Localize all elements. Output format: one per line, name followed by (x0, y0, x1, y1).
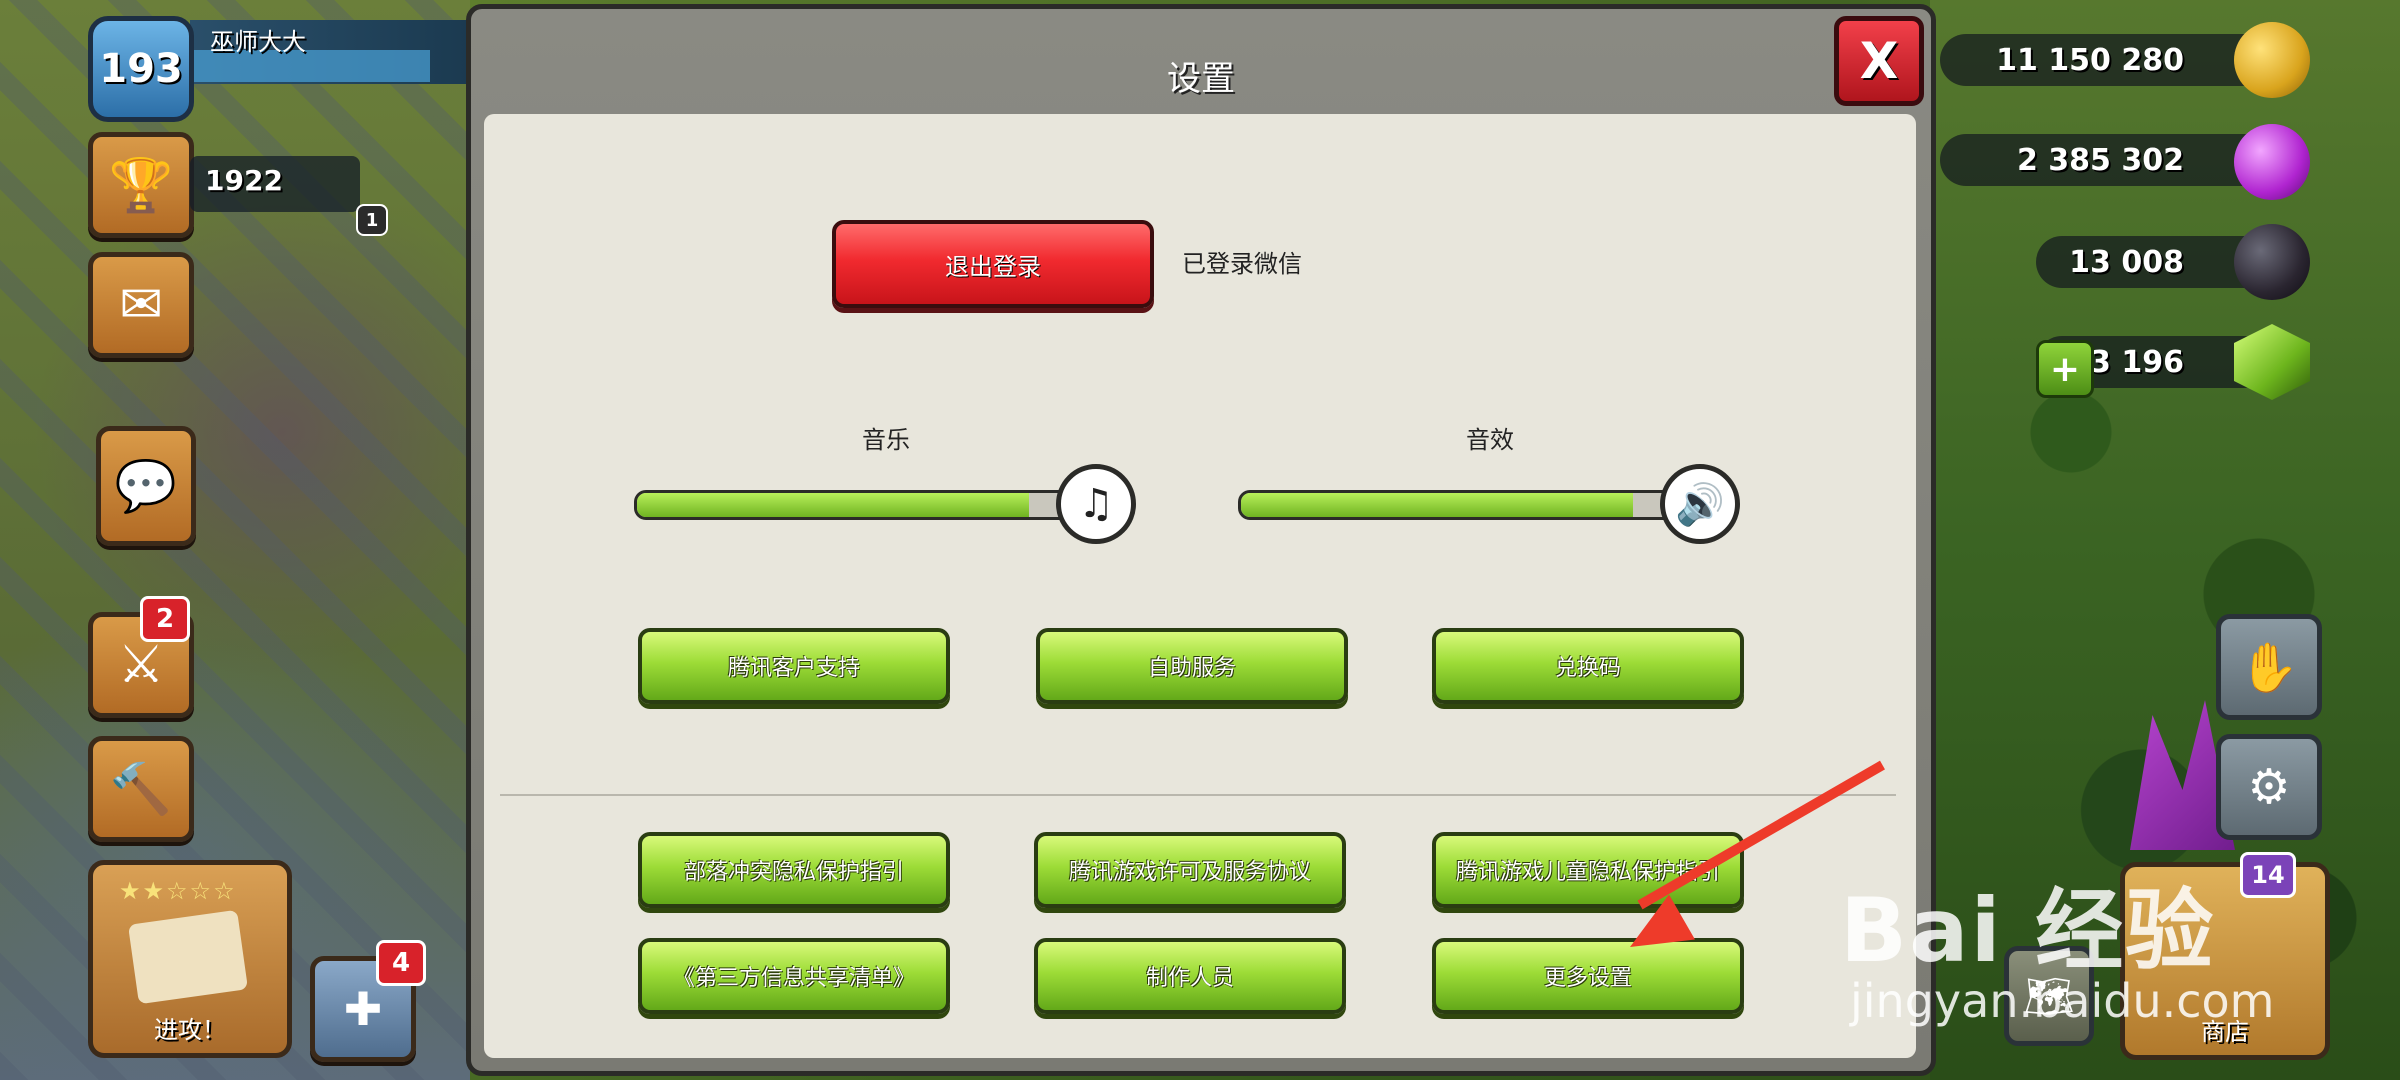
crossed-swords-icon: ⚔ (117, 635, 165, 695)
dark-elixir-amount: 13 008 (2069, 244, 2184, 280)
license-agreement-label: 腾讯游戏许可及服务协议 (1068, 860, 1311, 885)
stars-icon: ★★☆☆☆ (119, 877, 237, 905)
logout-label: 退出登录 (945, 252, 1041, 281)
envelope-icon: ✉ (119, 275, 163, 335)
speaker-icon: 🔊 (1675, 481, 1725, 528)
self-service-label: 自助服务 (1147, 656, 1236, 681)
player-level-badge[interactable]: 193 (88, 16, 194, 122)
more-settings-label: 更多设置 (1543, 966, 1632, 991)
logout-button[interactable]: 退出登录 (832, 220, 1154, 308)
music-label: 音乐 (862, 426, 910, 454)
gold-counter: 11 150 280 (1940, 34, 2270, 86)
attack-label: 进攻！ (154, 1016, 226, 1044)
third-party-list-button[interactable]: 《第三方信息共享清单》 (638, 938, 950, 1014)
sfx-slider[interactable] (1238, 490, 1716, 520)
gems-amount: 3 196 (2090, 344, 2184, 380)
dark-elixir-drop-icon (2234, 224, 2310, 300)
builder-button[interactable]: 🔨 (88, 736, 194, 842)
more-settings-button[interactable]: 更多设置 (1432, 938, 1744, 1014)
music-note-icon: ♫ (1078, 481, 1114, 527)
privacy-guide-label: 部落冲突隐私保护指引 (683, 860, 904, 885)
shield-notification-badge: 4 (376, 940, 426, 986)
edit-layout-button[interactable]: ✋ (2216, 614, 2322, 720)
elixir-drop-icon (2234, 124, 2310, 200)
close-button[interactable]: X (1834, 16, 1924, 106)
modal-title: 设置 (1167, 59, 1235, 99)
credits-label: 制作人员 (1145, 966, 1234, 991)
baidu-watermark: Bai 经验 (1840, 879, 2216, 982)
elixir-counter: 2 385 302 (1940, 134, 2270, 186)
close-icon: X (1859, 32, 1899, 90)
credits-button[interactable]: 制作人员 (1034, 938, 1346, 1014)
trophy-count: 1922 (205, 164, 283, 197)
mail-button[interactable]: ✉ (88, 252, 194, 358)
sfx-label: 音效 (1466, 426, 1514, 454)
gold-amount: 11 150 280 (1996, 42, 2184, 78)
gold-coin-icon (2234, 22, 2310, 98)
gear-icon: ⚙ (2247, 759, 2291, 815)
battle-notification-badge: 2 (140, 596, 190, 642)
music-slider-fill (637, 493, 1029, 517)
builder-icon: 🔨 (109, 759, 173, 818)
add-gems-button[interactable]: + (2036, 340, 2094, 398)
section-divider (500, 794, 1896, 796)
redeem-code-label: 兑换码 (1554, 656, 1621, 681)
tencent-support-button[interactable]: 腾讯客户支持 (638, 628, 950, 704)
player-name: 巫师大大 (210, 28, 306, 56)
elixir-amount: 2 385 302 (2016, 142, 2184, 178)
baidu-watermark-url: jingyan.baidu.com (1850, 974, 2275, 1028)
shop-count-badge: 14 (2240, 852, 2296, 898)
license-agreement-button[interactable]: 腾讯游戏许可及服务协议 (1034, 832, 1346, 908)
shield-plus-icon: ✚ (343, 982, 383, 1036)
self-service-button[interactable]: 自助服务 (1036, 628, 1348, 704)
map-icon (127, 909, 249, 1005)
music-slider[interactable] (634, 490, 1112, 520)
sfx-slider-knob[interactable]: 🔊 (1660, 464, 1740, 544)
tencent-support-label: 腾讯客户支持 (727, 656, 860, 681)
sfx-slider-fill (1241, 493, 1633, 517)
war-rank-badge: 1 (356, 204, 388, 236)
redeem-code-button[interactable]: 兑换码 (1432, 628, 1744, 704)
chat-button[interactable]: 💬 (96, 426, 196, 546)
login-status: 已登录微信 (1182, 250, 1302, 278)
settings-button[interactable]: ⚙ (2216, 734, 2322, 840)
chat-bubble-icon: 💬 (114, 456, 178, 515)
trophy-icon: 🏆 (108, 155, 174, 216)
third-party-list-label: 《第三方信息共享清单》 (672, 966, 915, 991)
attack-button[interactable]: ★★☆☆☆ 进攻！ (88, 860, 292, 1058)
privacy-guide-button[interactable]: 部落冲突隐私保护指引 (638, 832, 950, 908)
trophy-button[interactable]: 🏆 (88, 132, 194, 238)
hand-arrow-icon: ✋ (2239, 639, 2299, 696)
music-slider-knob[interactable]: ♫ (1056, 464, 1136, 544)
